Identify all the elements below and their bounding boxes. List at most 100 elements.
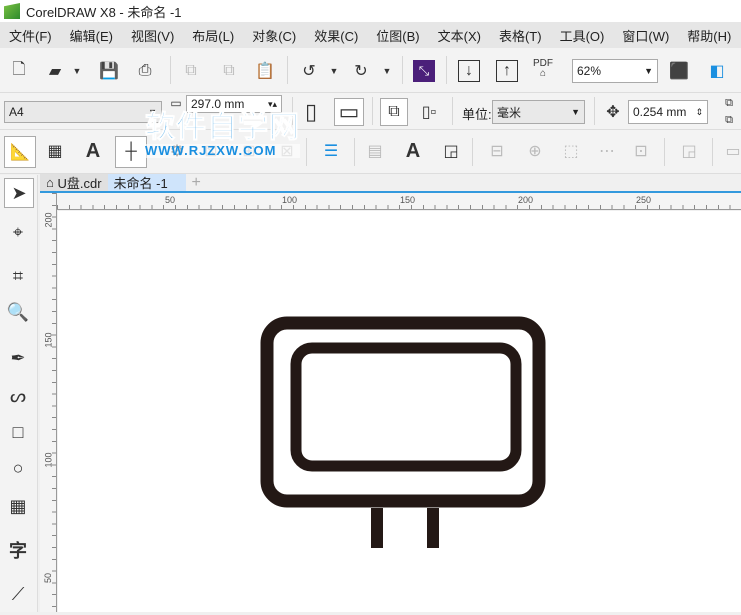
grid-icon[interactable]: ▦ <box>44 140 66 162</box>
page-width-value: 297.0 mm <box>191 97 245 111</box>
tab-label: U盘.cdr <box>57 176 102 191</box>
vertical-ruler[interactable]: 200 150 100 50 <box>40 193 57 612</box>
text-tool-label: 字 <box>9 541 27 561</box>
duplicate-distance-y-icon: ⧉ <box>725 113 733 126</box>
ruler-label: 100 <box>282 195 298 205</box>
text-frame-icon[interactable]: ▤ <box>364 140 386 162</box>
pick-tool-icon[interactable]: ➤ <box>4 178 34 208</box>
distribute-icon[interactable]: ⋯ <box>596 140 618 162</box>
page-width-icon: ▭ <box>170 96 182 110</box>
undo-dropdown-icon[interactable]: ▼ <box>323 60 345 82</box>
shape-tool-icon[interactable]: ⌖ <box>7 221 29 243</box>
table-tool-icon[interactable]: ▦ <box>7 495 29 517</box>
zoom-level-combo[interactable]: 62% ▼ <box>572 59 658 83</box>
nudge-distance-field[interactable]: 0.254 mm ⇕ <box>628 100 708 124</box>
lock-icon[interactable]: ⊡ <box>630 140 652 162</box>
units-combo[interactable]: 毫米 ▼ <box>492 100 585 124</box>
watermark-title: 软件自学网 <box>145 111 300 144</box>
menu-layout[interactable]: 布局(L) <box>183 26 243 45</box>
pdf-label: PDF <box>533 58 553 69</box>
page-size-value: A4 <box>9 105 24 119</box>
menu-object[interactable]: 对象(C) <box>243 26 305 45</box>
connector-icon[interactable]: ◲ <box>440 140 462 162</box>
align-bounds-icon[interactable]: ⬚ <box>560 140 582 162</box>
import-icon[interactable]: ↓ <box>458 60 480 82</box>
undo-icon[interactable]: ↺ <box>298 60 320 82</box>
menu-effects[interactable]: 效果(C) <box>305 26 367 45</box>
publish-pdf-icon[interactable]: PDF ⌂ <box>532 58 554 80</box>
drawing-canvas[interactable] <box>58 211 741 612</box>
export-icon[interactable]: ↑ <box>496 60 518 82</box>
menu-window[interactable]: 窗口(W) <box>613 26 678 45</box>
units-value: 毫米 <box>497 105 522 120</box>
cut-icon[interactable]: ⧉ <box>180 60 202 82</box>
search-content-icon[interactable]: ⤡ <box>413 60 435 82</box>
landscape-icon[interactable]: ▭ <box>334 98 364 126</box>
tab-untitled[interactable]: 未命名 -1 <box>107 174 186 191</box>
inner-screen-shape[interactable] <box>290 342 522 472</box>
left-leg-shape[interactable] <box>371 508 383 548</box>
ellipse-tool-icon[interactable]: ○ <box>7 457 29 479</box>
guidelines-icon[interactable]: ┼ <box>115 136 147 168</box>
tab-u-disk[interactable]: ⌂ U盘.cdr <box>40 174 108 191</box>
redo-dropdown-icon[interactable]: ▼ <box>376 60 398 82</box>
new-document-icon[interactable]: 🗋 <box>8 60 30 82</box>
unit-label: 单位: <box>462 107 492 122</box>
current-page-icon[interactable]: ▯▫ <box>418 101 440 123</box>
line-tool-icon[interactable]: ⟋ <box>7 583 29 605</box>
spinner-icon[interactable]: ⇕ <box>695 107 703 118</box>
dimension-icon[interactable]: ◲ <box>678 140 700 162</box>
crop-tool-icon[interactable]: ⌗ <box>7 265 29 287</box>
bezier-tool-icon[interactable]: ᔕ <box>7 385 29 407</box>
redo-icon[interactable]: ↻ <box>350 60 372 82</box>
open-icon[interactable]: ▰ <box>44 60 66 82</box>
ruler-label: 200 <box>518 195 534 205</box>
full-screen-icon[interactable]: ⬛ <box>668 60 690 82</box>
new-tab-plus-icon[interactable]: + <box>186 174 207 191</box>
usb-drive-drawing[interactable] <box>58 211 741 612</box>
menu-bitmaps[interactable]: 位图(B) <box>367 26 428 45</box>
watermark: 软件自学网 WWW.RJZXW.COM <box>145 111 300 158</box>
ruler-label: 250 <box>636 195 652 205</box>
menu-tools[interactable]: 工具(O) <box>551 26 614 45</box>
property-bar: A4 ▼ ▭ 297.0 mm ▾▴ ▯ ▭ ⧉ ▯▫ 单位: 毫米 ▼ ✥ 0.25… <box>0 93 741 130</box>
text-tool-icon[interactable]: 字 <box>7 539 29 561</box>
page-size-combo[interactable]: A4 ▼ <box>4 101 162 123</box>
menu-table[interactable]: 表格(T) <box>490 26 551 45</box>
align-text-icon[interactable]: ☰ <box>320 140 342 162</box>
frame-icon[interactable]: ▭ <box>722 140 741 162</box>
rectangle-tool-icon[interactable]: □ <box>7 421 29 443</box>
ruler-label: 50 <box>165 195 176 205</box>
ruler-label: 150 <box>400 195 416 205</box>
menu-file[interactable]: 文件(F) <box>0 26 61 45</box>
save-icon[interactable]: 💾 <box>98 60 120 82</box>
right-leg-shape[interactable] <box>427 508 439 548</box>
portrait-icon[interactable]: ▯ <box>300 99 322 124</box>
title-bar: CorelDRAW X8 - 未命名 -1 <box>0 0 741 22</box>
menu-help[interactable]: 帮助(H) <box>678 26 740 45</box>
copy-icon[interactable]: ⧉ <box>218 60 240 82</box>
guidelines-text-icon[interactable]: A <box>82 140 104 162</box>
print-icon[interactable]: ⎙ <box>134 60 156 82</box>
menu-view[interactable]: 视图(V) <box>122 26 183 45</box>
menu-text[interactable]: 文本(X) <box>429 26 490 45</box>
menu-bar: 文件(F) 编辑(E) 视图(V) 布局(L) 对象(C) 效果(C) 位图(B… <box>0 22 741 48</box>
window-title: CorelDRAW X8 - 未命名 -1 <box>26 4 182 20</box>
text-guides-icon[interactable]: A <box>402 140 424 162</box>
document-tabs: ⌂ U盘.cdr 未命名 -1 + <box>40 174 741 193</box>
align-target-icon[interactable]: ⊕ <box>524 140 546 162</box>
menu-edit[interactable]: 编辑(E) <box>61 26 122 45</box>
rulers-icon[interactable]: 📐 <box>4 136 36 168</box>
horizontal-ruler[interactable]: 50 100 150 200 250 <box>57 193 741 210</box>
standard-toolbar: 🗋 ▰ ▼ 💾 ⎙ ⧉ ⧉ 📋 ↺ ▼ ↻ ▼ ⤡ ↓ ↑ PDF ⌂ 62% ▼ … <box>0 48 741 93</box>
spinner-icon[interactable]: ▾▴ <box>268 99 277 110</box>
nudge-distance-icon: ✥ <box>606 104 620 121</box>
zoom-tool-icon[interactable]: 🔍 <box>7 301 29 323</box>
open-dropdown-icon[interactable]: ▼ <box>66 60 88 82</box>
watermark-url: WWW.RJZXW.COM <box>145 144 300 158</box>
align-center-icon[interactable]: ⊟ <box>486 140 508 162</box>
paste-icon[interactable]: 📋 <box>254 60 276 82</box>
pen-tool-icon[interactable]: ✒ <box>7 347 29 369</box>
options-icon[interactable]: ◧ <box>706 60 728 82</box>
all-pages-icon[interactable]: ⧉ <box>380 98 408 126</box>
